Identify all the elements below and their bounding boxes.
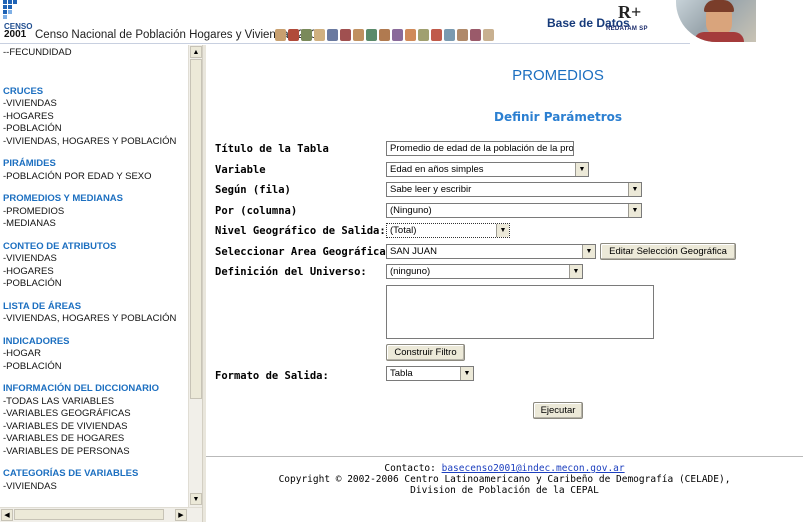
sidebar-item-cruces-hogares[interactable]: -HOGARES	[3, 111, 188, 124]
variable-select-value: Edad en años simples	[390, 164, 484, 175]
sidebar-item-lista-areas-todos[interactable]: -VIVIENDAS, HOGARES Y POBLACIÓN	[3, 313, 188, 326]
copyright-text: Copyright © 2002-2006 Centro Latinoameri…	[278, 474, 731, 485]
section-title: Definir Parámetros	[493, 110, 622, 124]
sidebar-item-cruces-todos[interactable]: -VIVIENDAS, HOGARES Y POBLACIÓN	[3, 136, 188, 149]
nivel-geografico-select[interactable]: (Total) ▼	[386, 223, 510, 238]
footer: Contacto: basecenso2001@indec.mecon.gov.…	[206, 463, 803, 496]
construir-filtro-button[interactable]: Construir Filtro	[386, 344, 465, 361]
sidebar-item-variables-hogares[interactable]: -VARIABLES DE HOGARES	[3, 433, 188, 446]
dropdown-arrow-icon[interactable]: ▼	[569, 265, 582, 278]
dropdown-arrow-icon[interactable]: ▼	[575, 163, 588, 176]
formato-salida-select-value: Tabla	[390, 368, 413, 379]
sidebar-vertical-scrollbar[interactable]: ▲ ▼	[188, 45, 202, 507]
footer-contact: Contacto: basecenso2001@indec.mecon.gov.…	[206, 463, 803, 474]
sidebar-section-lista-areas[interactable]: LISTA DE ÁREAS	[3, 301, 188, 314]
scroll-left-arrow-icon[interactable]: ◀	[1, 509, 13, 521]
label-definicion-universo: Definición del Universo:	[215, 266, 367, 278]
dropdown-arrow-icon[interactable]: ▼	[582, 245, 595, 258]
variable-select[interactable]: Edad en años simples ▼	[386, 162, 589, 177]
header-divider	[0, 43, 690, 44]
scroll-up-arrow-icon[interactable]: ▲	[190, 46, 202, 58]
editar-seleccion-geografica-button[interactable]: Editar Selección Geográfica	[600, 243, 736, 260]
sidebar-item-indicadores-poblacion[interactable]: -POBLACIÓN	[3, 361, 188, 374]
sidebar-item-todas-variables[interactable]: -TODAS LAS VARIABLES	[3, 396, 188, 409]
area-geografica-select-value: SAN JUAN	[390, 246, 437, 257]
sidebar-scroll-thumb[interactable]	[190, 59, 202, 399]
sidebar-item-cruces-viviendas[interactable]: -VIVIENDAS	[3, 98, 188, 111]
sidebar-menu: --FECUNDIDAD CRUCES -VIVIENDAS -HOGARES …	[3, 47, 188, 503]
sidebar-item-cruces-poblacion[interactable]: -POBLACIÓN	[3, 123, 188, 136]
footer-divider	[206, 456, 803, 457]
sidebar-section-promedios-medianas[interactable]: PROMEDIOS Y MEDIANAS	[3, 193, 188, 206]
sidebar-item-conteo-poblacion[interactable]: -POBLACIÓN	[3, 278, 188, 291]
segun-fila-select-value: Sabe leer y escribir	[390, 184, 472, 195]
sidebar-item-indicadores-hogar[interactable]: -HOGAR	[3, 348, 188, 361]
scroll-right-arrow-icon[interactable]: ▶	[175, 509, 187, 521]
redatam-logo: R+ REDATAM SP	[604, 0, 660, 40]
censo-logo: CENSO 2001	[3, 0, 33, 42]
division-text: Division de Población de la CEPAL	[410, 485, 599, 496]
nivel-geografico-select-value: (Total)	[390, 225, 417, 236]
label-por-columna: Por (columna)	[215, 205, 298, 217]
por-columna-select[interactable]: (Ninguno) ▼	[386, 203, 642, 218]
dropdown-arrow-icon[interactable]: ▼	[460, 367, 473, 380]
scroll-down-arrow-icon[interactable]: ▼	[190, 493, 202, 505]
redatam-label: REDATAM SP	[606, 26, 648, 32]
sidebar-item-categorias-viviendas[interactable]: -VIVIENDAS	[3, 481, 188, 494]
contact-label: Contacto:	[384, 463, 436, 474]
sidebar-item-conteo-hogares[interactable]: -HOGARES	[3, 266, 188, 279]
page-title: PROMEDIOS	[512, 67, 604, 84]
label-titulo: Título de la Tabla	[215, 143, 329, 155]
sidebar-item-variables-personas[interactable]: -VARIABLES DE PERSONAS	[3, 446, 188, 459]
dropdown-arrow-icon[interactable]: ▼	[496, 224, 509, 237]
sidebar-section-categorias[interactable]: CATEGORÍAS DE VARIABLES	[3, 468, 188, 481]
area-geografica-select[interactable]: SAN JUAN ▼	[386, 244, 596, 259]
frame-divider[interactable]	[202, 45, 206, 522]
dropdown-arrow-icon[interactable]: ▼	[628, 204, 641, 217]
sidebar-item-fecundidad[interactable]: --FECUNDIDAD	[3, 47, 188, 60]
ejecutar-button[interactable]: Ejecutar	[533, 402, 583, 419]
header-photo	[676, 0, 756, 42]
sidebar-hscroll-thumb[interactable]	[14, 509, 164, 520]
sidebar-item-variables-geograficas[interactable]: -VARIABLES GEOGRÁFICAS	[3, 408, 188, 421]
sidebar-section-piramides[interactable]: PIRÁMIDES	[3, 158, 188, 171]
sidebar-item-promedios[interactable]: -PROMEDIOS	[3, 206, 188, 219]
sidebar-section-conteo[interactable]: CONTEO DE ATRIBUTOS	[3, 241, 188, 254]
sidebar-horizontal-scrollbar[interactable]: ◀ ▶	[0, 507, 202, 522]
sidebar-item-variables-viviendas[interactable]: -VARIABLES DE VIVIENDAS	[3, 421, 188, 434]
label-nivel-geografico: Nivel Geográfico de Salida:	[215, 225, 386, 237]
universo-select-value: (ninguno)	[390, 266, 431, 277]
censo-logo-line2: 2001	[4, 29, 27, 40]
redatam-mark: R+	[618, 2, 642, 22]
universo-select[interactable]: (ninguno) ▼	[386, 264, 583, 279]
contact-email-link[interactable]: basecenso2001@indec.mecon.gov.ar	[442, 463, 625, 474]
sidebar-item-conteo-viviendas[interactable]: -VIVIENDAS	[3, 253, 188, 266]
sidebar-section-indicadores[interactable]: INDICADORES	[3, 336, 188, 349]
formato-salida-select[interactable]: Tabla ▼	[386, 366, 474, 381]
sidebar-section-cruces[interactable]: CRUCES	[3, 86, 188, 99]
dropdown-arrow-icon[interactable]: ▼	[628, 183, 641, 196]
photo-strip	[275, 29, 494, 43]
label-area-geografica: Seleccionar Area Geográfica:	[215, 246, 393, 258]
header: CENSO 2001 Censo Nacional de Población H…	[0, 0, 803, 44]
label-formato-salida: Formato de Salida:	[215, 370, 329, 382]
sidebar-item-medianas[interactable]: -MEDIANAS	[3, 218, 188, 231]
label-segun-fila: Según (fila)	[215, 184, 291, 196]
sidebar-section-diccionario[interactable]: INFORMACIÓN DEL DICCIONARIO	[3, 383, 188, 396]
filtro-textarea[interactable]	[386, 285, 654, 339]
sidebar: --FECUNDIDAD CRUCES -VIVIENDAS -HOGARES …	[0, 45, 202, 522]
sidebar-item-piramides-edad-sexo[interactable]: -POBLACIÓN POR EDAD Y SEXO	[3, 171, 188, 184]
segun-fila-select[interactable]: Sabe leer y escribir ▼	[386, 182, 642, 197]
label-variable: Variable	[215, 164, 266, 176]
por-columna-select-value: (Ninguno)	[390, 205, 432, 216]
titulo-input[interactable]: Promedio de edad de la población de la p…	[386, 141, 574, 156]
